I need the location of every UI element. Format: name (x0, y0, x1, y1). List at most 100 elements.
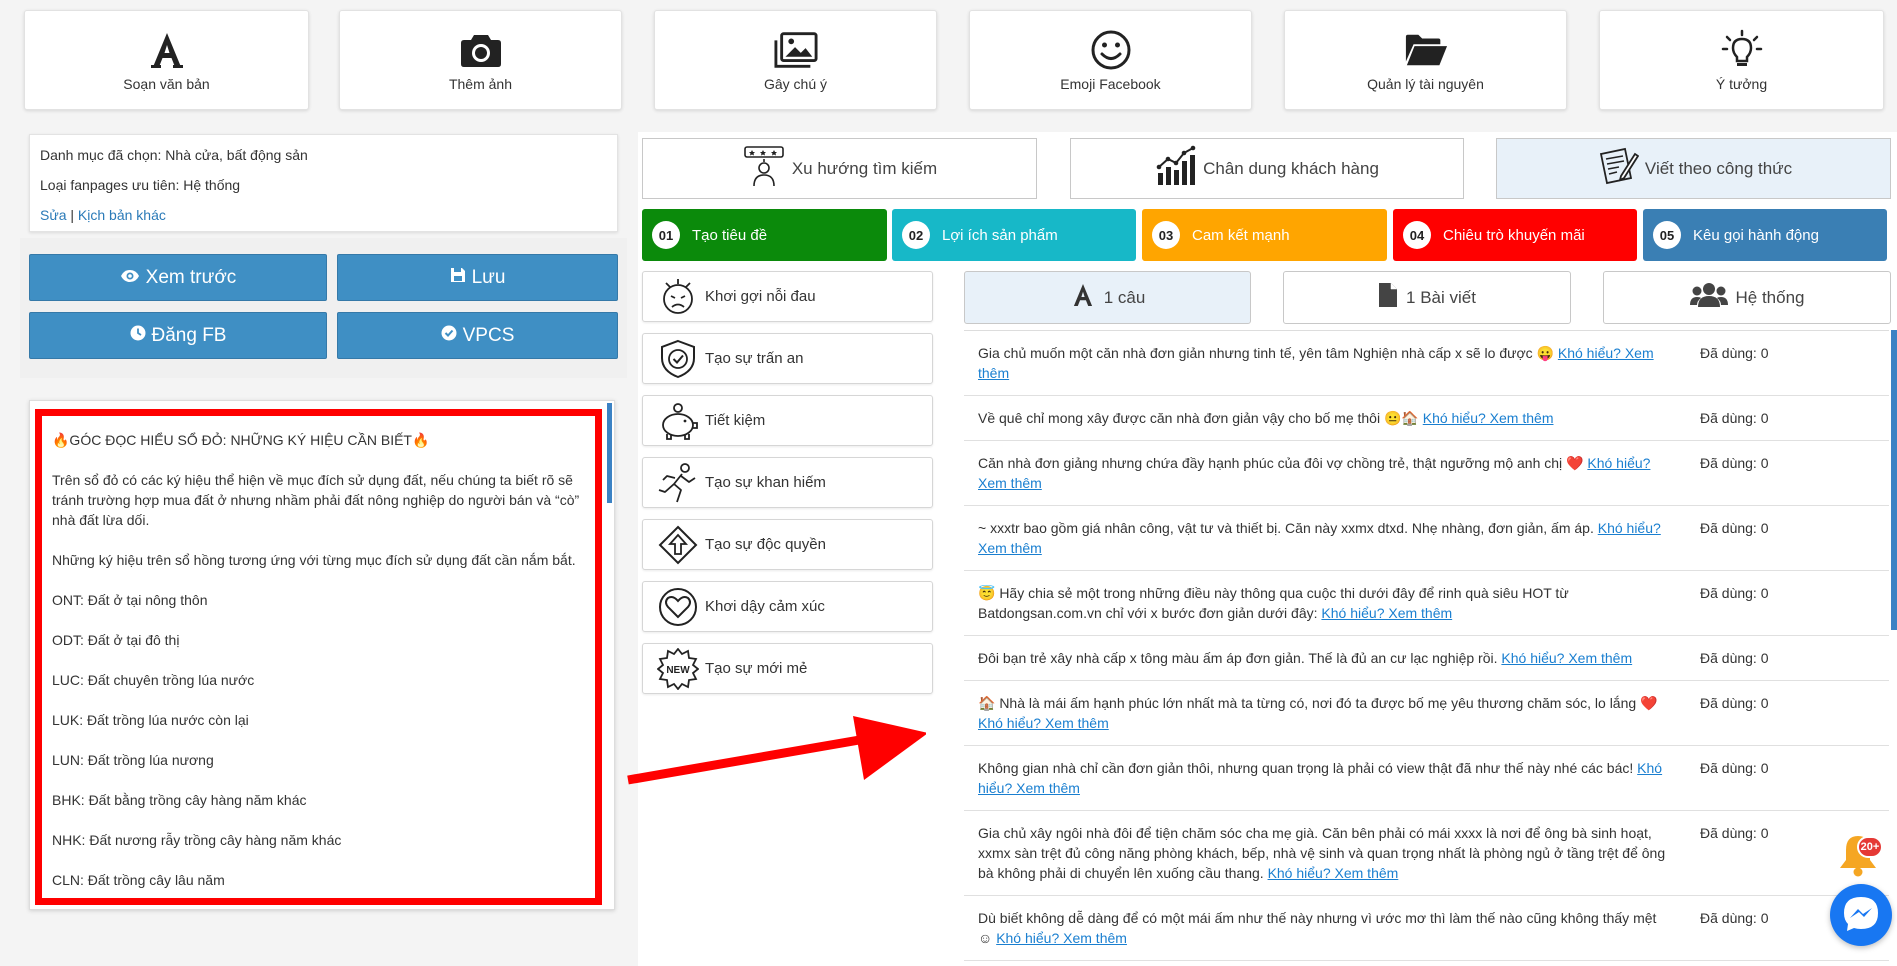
type-one-sentence[interactable]: 1 câu (964, 271, 1251, 324)
strategy-saving[interactable]: Tiết kiệm (642, 395, 933, 446)
preview-paragraph: ONT: Đất ở tại nông thôn (52, 592, 208, 608)
preview-paragraph: CLN: Đất trồng cây lâu năm (52, 872, 225, 888)
other-script-link[interactable]: Kịch bản khác (78, 207, 166, 223)
sentence-row[interactable]: ~ xxxtr bao gồm giá nhân công, vật tư và… (964, 506, 1889, 571)
usage-prefix: Đã dùng: (1700, 695, 1761, 711)
strategy-label: Tạo sự trấn an (705, 350, 804, 367)
strategy-label: Tạo sự khan hiếm (705, 474, 826, 491)
step-label: Tạo tiêu đề (692, 226, 768, 244)
usage-value: 0 (1760, 650, 1769, 666)
usage-count: Đã dùng: 0 (1700, 408, 1769, 428)
diamond-arrow-icon (657, 524, 699, 566)
explain-more-link[interactable]: Khó hiểu? Xem thêm (1501, 650, 1632, 666)
strategy-label: Khơi dậy cảm xúc (705, 598, 825, 615)
sentence-row[interactable]: Ngày hôm qua có x anh khách ở quận x nhắ… (964, 961, 1889, 966)
step-create-title[interactable]: 01 Tạo tiêu đề (642, 209, 887, 261)
selected-category: Danh mục đã chọn: Nhà cửa, bất động sản (40, 147, 308, 163)
preview-paragraph: NHK: Đất nương rẫy trồng cây hàng năm kh… (52, 832, 342, 848)
step-number: 04 (1403, 221, 1431, 249)
running-man-icon (657, 462, 699, 504)
usage-count: Đã dùng: 0 (1700, 453, 1769, 493)
tool-emoji-facebook[interactable]: Emoji Facebook (969, 10, 1252, 110)
sentence-row[interactable]: Không gian nhà chỉ cần đơn giản thôi, nh… (964, 746, 1889, 811)
red-arrow-annotation (627, 716, 926, 785)
preview-paragraph: LUN: Đất trồng lúa nương (52, 752, 214, 768)
smile-icon (1089, 28, 1133, 72)
strategy-pain-point[interactable]: Khơi gợi nỗi đau (642, 271, 933, 322)
messenger-chat-button[interactable] (1830, 884, 1892, 946)
tool-compose-text[interactable]: Soạn văn bản (24, 10, 309, 110)
sentence-body: Đôi bạn trẻ xây nhà cấp x tông màu ấm áp… (978, 650, 1498, 666)
preview-paragraph: LUK: Đất trồng lúa nước còn lại (52, 712, 249, 728)
step-product-benefits[interactable]: 02 Lợi ích sản phẩm (892, 209, 1136, 261)
sentence-row[interactable]: Dù biết không dễ dàng để có một mái ấm n… (964, 896, 1889, 961)
strategy-scarcity[interactable]: Tạo sự khan hiếm (642, 457, 933, 508)
usage-value: 0 (1760, 760, 1769, 776)
users-icon (1689, 282, 1728, 313)
mode-customer-persona[interactable]: Chân dung khách hàng (1070, 138, 1464, 199)
sentence-body: Căn nhà đơn giảng nhưng chứa đầy hạnh ph… (978, 455, 1584, 471)
type-label: 1 Bài viết (1406, 287, 1476, 307)
sentence-list-scrollbar[interactable] (1891, 330, 1897, 630)
step-strong-commitment[interactable]: 03 Cam kết mạnh (1142, 209, 1387, 261)
tool-resource-manager[interactable]: Quản lý tài nguyên (1284, 10, 1567, 110)
type-one-article[interactable]: 1 Bài viết (1283, 271, 1571, 324)
sentence-text: Về quê chỉ mong xây được căn nhà đơn giả… (978, 408, 1668, 428)
strategy-label: Tạo sự độc quyền (705, 536, 826, 553)
usage-value: 0 (1760, 520, 1769, 536)
tool-attention[interactable]: Gây chú ý (654, 10, 937, 110)
explain-more-link[interactable]: Khó hiểu? Xem thêm (1268, 865, 1399, 881)
vpcs-button[interactable]: VPCS (337, 312, 618, 359)
step-number: 01 (652, 221, 680, 249)
explain-more-link[interactable]: Khó hiểu? Xem thêm (996, 930, 1127, 946)
explain-more-link[interactable]: Khó hiểu? Xem thêm (1423, 410, 1554, 426)
sentence-text: Gia chủ xây ngôi nhà đôi để tiện chăm só… (978, 823, 1668, 883)
tool-ideas[interactable]: Ý tưởng (1599, 10, 1884, 110)
explain-more-link[interactable]: Khó hiểu? Xem thêm (1321, 605, 1452, 621)
save-button[interactable]: Lưu (337, 254, 618, 301)
usage-count: Đã dùng: 0 (1700, 343, 1769, 383)
step-call-to-action[interactable]: 05 Kêu gọi hành động (1643, 209, 1887, 261)
sentence-text: 😇 Hãy chia sẻ một trong những điều này t… (978, 583, 1668, 623)
sentence-row[interactable]: Về quê chỉ mong xây được căn nhà đơn giả… (964, 396, 1889, 441)
mode-formula-writing[interactable]: Viết theo công thức (1496, 138, 1891, 199)
clock-icon (130, 325, 146, 347)
usage-count: Đã dùng: 0 (1700, 693, 1769, 733)
type-system[interactable]: Hệ thống (1603, 271, 1891, 324)
post-facebook-label: Đăng FB (151, 324, 227, 346)
usage-count: Đã dùng: 0 (1700, 908, 1769, 948)
step-promotion-tricks[interactable]: 04 Chiêu trò khuyến mãi (1393, 209, 1637, 261)
action-buttons-panel: Xem trước Lưu Đăng FB VPCS (20, 238, 627, 378)
sentence-body: Về quê chỉ mong xây được căn nhà đơn giả… (978, 410, 1419, 426)
mode-search-trends[interactable]: Xu hướng tìm kiếm (642, 138, 1037, 199)
type-label: Hệ thống (1735, 287, 1805, 307)
tool-label: Soạn văn bản (123, 76, 210, 92)
heart-circle-icon (657, 586, 699, 628)
post-facebook-button[interactable]: Đăng FB (29, 312, 327, 359)
usage-prefix: Đã dùng: (1700, 825, 1761, 841)
sentence-body: ~ xxxtr bao gồm giá nhân công, vật tư và… (978, 520, 1594, 536)
sentence-row[interactable]: Gia chủ muốn một căn nhà đơn giản nhưng … (964, 331, 1889, 396)
sentence-row[interactable]: 🏠 Nhà là mái ấm hạnh phúc lớn nhất mà ta… (964, 681, 1889, 746)
step-label: Kêu gọi hành động (1693, 226, 1819, 244)
step-number: 02 (902, 221, 930, 249)
strategy-exclusivity[interactable]: Tạo sự độc quyền (642, 519, 933, 570)
folder-open-icon (1404, 28, 1448, 72)
sentence-row[interactable]: Đôi bạn trẻ xây nhà cấp x tông màu ấm áp… (964, 636, 1889, 681)
preview-button[interactable]: Xem trước (29, 254, 327, 301)
strategy-novelty[interactable]: NEW Tạo sự mới mẻ (642, 643, 933, 694)
link-separator: | (70, 207, 75, 223)
search-trend-icon (742, 144, 786, 193)
sentence-row[interactable]: Gia chủ xây ngôi nhà đôi để tiện chăm só… (964, 811, 1889, 896)
preview-scrollbar[interactable] (607, 403, 612, 503)
step-label: Cam kết mạnh (1192, 226, 1290, 244)
tool-add-image[interactable]: Thêm ảnh (339, 10, 622, 110)
eye-icon (120, 267, 140, 289)
sentence-row[interactable]: 😇 Hãy chia sẻ một trong những điều này t… (964, 571, 1889, 636)
strategy-reassurance[interactable]: Tạo sự trấn an (642, 333, 933, 384)
strategy-emotion[interactable]: Khơi dậy cảm xúc (642, 581, 933, 632)
explain-more-link[interactable]: Khó hiểu? Xem thêm (978, 715, 1109, 731)
sentence-row[interactable]: Căn nhà đơn giảng nhưng chứa đầy hạnh ph… (964, 441, 1889, 506)
edit-link[interactable]: Sửa (40, 207, 67, 223)
font-letter-icon (1070, 281, 1096, 314)
